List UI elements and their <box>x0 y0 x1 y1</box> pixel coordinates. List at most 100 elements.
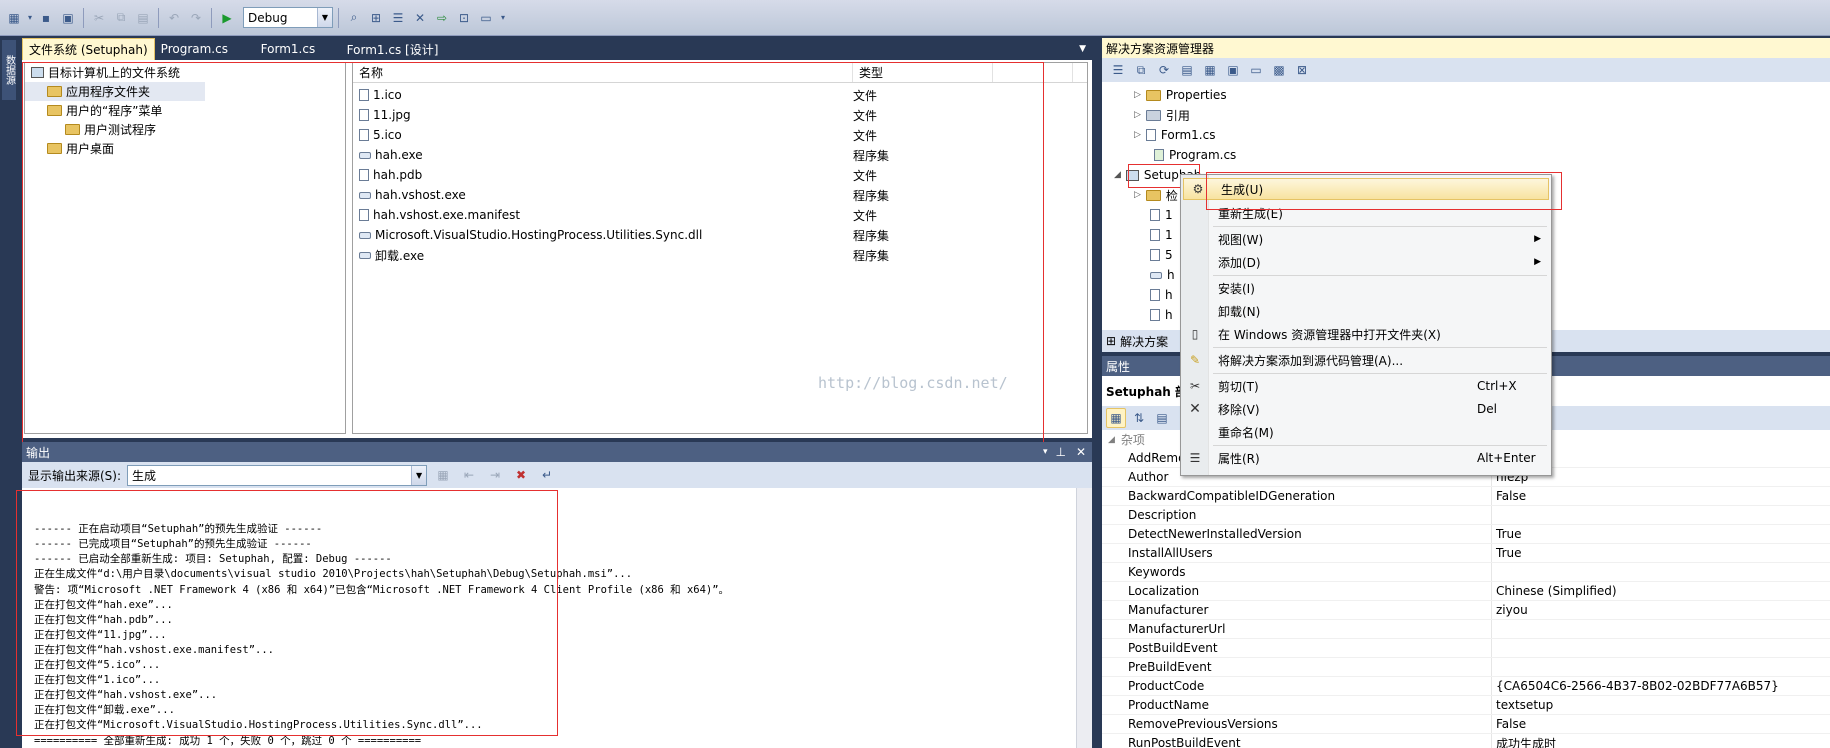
show-all-files-icon[interactable]: ⧉ <box>1131 60 1151 80</box>
toolbox-icon[interactable]: ✕ <box>410 8 430 28</box>
solution-explorer-icon[interactable]: ⊞ <box>366 8 386 28</box>
object-browser-icon[interactable]: ⇨ <box>432 8 452 28</box>
output-source-select[interactable]: 生成 ▼ <box>127 464 428 486</box>
extension-manager-icon[interactable]: ⊡ <box>454 8 474 28</box>
file-types-editor-icon[interactable]: ▣ <box>1223 60 1243 80</box>
tree-node-child[interactable]: h <box>1150 286 1173 304</box>
file-list-row[interactable]: hah.vshost.exe.manifest 文件 <box>353 205 1087 225</box>
file-list-row[interactable]: 11.jpg 文件 <box>353 105 1087 125</box>
solution-config-select[interactable]: Debug ▼ <box>243 7 333 28</box>
redo-icon[interactable]: ↷ <box>186 8 206 28</box>
file-list-row[interactable]: Microsoft.VisualStudio.HostingProcess.Ut… <box>353 225 1087 245</box>
properties-icon[interactable]: ☰ <box>388 8 408 28</box>
property-value[interactable]: Chinese (Simplified) <box>1492 584 1617 598</box>
undo-icon[interactable]: ↶ <box>164 8 184 28</box>
menu-item-add[interactable]: 添加(D) ▶ <box>1181 251 1551 273</box>
file-list-row[interactable]: 卸载.exe 程序集 <box>353 245 1087 265</box>
save-all-icon[interactable]: ▣ <box>58 8 78 28</box>
column-header-name[interactable]: 名称 <box>353 63 853 82</box>
registry-editor-icon[interactable]: ▦ <box>1200 60 1220 80</box>
tree-root[interactable]: 目标计算机上的文件系统 <box>25 63 345 82</box>
property-row[interactable]: PreBuildEvent <box>1102 658 1830 677</box>
property-row[interactable]: InstallAllUsers True <box>1102 544 1830 563</box>
dropdown-arrow-icon[interactable]: ▾ <box>26 8 34 28</box>
expand-icon[interactable]: ▷ <box>1134 190 1141 200</box>
property-row[interactable]: DetectNewerInstalledVersion True <box>1102 525 1830 544</box>
tab-filesystem[interactable]: 文件系统 (Setuphah) <box>22 38 155 60</box>
menu-item-view[interactable]: 视图(W) ▶ <box>1181 228 1551 250</box>
copy-icon[interactable]: ⧉ <box>111 8 131 28</box>
solution-explorer-tab[interactable]: 解决方案 <box>1120 333 1168 350</box>
property-row[interactable]: ManufacturerUrl <box>1102 620 1830 639</box>
collapse-icon[interactable]: ◢ <box>1108 435 1115 445</box>
window-position-icon[interactable]: ▾ <box>1039 447 1052 457</box>
tree-node-references[interactable]: ▷ 引用 <box>1134 106 1190 124</box>
file-list-row[interactable]: 1.ico 文件 <box>353 85 1087 105</box>
tree-item-app-folder[interactable]: 应用程序文件夹 <box>25 82 205 101</box>
file-list-row[interactable]: hah.vshost.exe 程序集 <box>353 185 1087 205</box>
menu-item-add-source-control[interactable]: ✎ 将解决方案添加到源代码管理(A)... <box>1181 349 1551 371</box>
file-list-row[interactable]: hah.pdb 文件 <box>353 165 1087 185</box>
property-value[interactable]: textsetup <box>1492 698 1553 712</box>
property-value[interactable]: 成功生成时 <box>1492 735 1556 748</box>
property-row[interactable]: Description <box>1102 506 1830 525</box>
property-row[interactable]: RunPostBuildEvent 成功生成时 <box>1102 734 1830 748</box>
file-list-row[interactable]: hah.exe 程序集 <box>353 145 1087 165</box>
alphabetical-icon[interactable]: ⇅ <box>1129 408 1149 428</box>
menu-item-build[interactable]: ⚙ 生成(U) <box>1183 178 1549 200</box>
data-sources-tab[interactable]: 数据源 <box>2 40 16 100</box>
property-value[interactable]: True <box>1492 527 1522 541</box>
next-message-icon[interactable]: ⇥ <box>485 465 505 485</box>
property-pages-icon[interactable]: ▤ <box>1152 408 1172 428</box>
tree-item-desktop[interactable]: 用户桌面 <box>25 139 345 158</box>
expand-icon[interactable]: ▷ <box>1134 110 1141 120</box>
tree-node-child[interactable]: ▷ 检 <box>1134 186 1178 204</box>
expand-icon[interactable]: ▷ <box>1134 90 1141 100</box>
menu-item-uninstall[interactable]: 卸载(N) <box>1181 300 1551 322</box>
tree-node-child[interactable]: h <box>1150 266 1175 284</box>
word-wrap-icon[interactable]: ↵ <box>537 465 557 485</box>
window-icon[interactable]: ▭ <box>476 8 496 28</box>
tree-node-child[interactable]: 1 <box>1150 206 1173 224</box>
tree-item-test-program[interactable]: 用户测试程序 <box>25 120 345 139</box>
property-value[interactable]: False <box>1492 717 1526 731</box>
output-text[interactable]: ------ 正在启动项目“Setuphah”的预先生成验证 ------ ---… <box>22 488 1092 748</box>
tree-node-child[interactable]: 5 <box>1150 246 1173 264</box>
tab-dropdown-icon[interactable]: ▼ <box>1073 38 1092 60</box>
property-value[interactable]: True <box>1492 546 1522 560</box>
chevron-down-icon[interactable]: ▼ <box>317 8 332 27</box>
property-row[interactable]: Keywords <box>1102 563 1830 582</box>
ui-editor-icon[interactable]: ▭ <box>1246 60 1266 80</box>
property-row[interactable]: ProductName textsetup <box>1102 696 1830 715</box>
tree-node-properties[interactable]: ▷ Properties <box>1134 86 1227 104</box>
cut-icon[interactable]: ✂ <box>89 8 109 28</box>
tree-item-programs-menu[interactable]: 用户的“程序”菜单 <box>25 101 345 120</box>
new-project-icon[interactable]: ▦ <box>4 8 24 28</box>
categorized-icon[interactable]: ▦ <box>1106 408 1126 428</box>
collapse-icon[interactable]: ◢ <box>1114 170 1121 180</box>
property-row[interactable]: ProductCode {CA6504C6-2566-4B37-8B02-02BD… <box>1102 677 1830 696</box>
find-in-files-icon[interactable]: ⌕ <box>344 8 364 28</box>
launch-conditions-editor-icon[interactable]: ⊠ <box>1292 60 1312 80</box>
property-row[interactable]: Localization Chinese (Simplified) <box>1102 582 1830 601</box>
expand-icon[interactable]: ▷ <box>1134 130 1141 140</box>
tree-node-program[interactable]: Program.cs <box>1154 146 1236 164</box>
output-scrollbar[interactable] <box>1076 488 1092 748</box>
clear-all-icon[interactable]: ✖ <box>511 465 531 485</box>
prev-message-icon[interactable]: ⇤ <box>459 465 479 485</box>
tab-form1-cs[interactable]: Form1.cs <box>255 38 341 60</box>
properties-icon[interactable]: ☰ <box>1108 60 1128 80</box>
property-value[interactable]: False <box>1492 489 1526 503</box>
start-debug-icon[interactable]: ▶ <box>217 8 237 28</box>
menu-item-remove[interactable]: ✕ 移除(V) Del <box>1181 398 1551 420</box>
property-value[interactable]: {CA6504C6-2566-4B37-8B02-02BDF77A6B57} <box>1492 679 1779 693</box>
tree-node-child[interactable]: 1 <box>1150 226 1173 244</box>
tab-program-cs[interactable]: Program.cs <box>155 38 255 60</box>
menu-item-rebuild[interactable]: 重新生成(E) <box>1181 202 1551 224</box>
tab-form1-design[interactable]: Form1.cs [设计] <box>341 38 445 60</box>
refresh-icon[interactable]: ⟳ <box>1154 60 1174 80</box>
custom-actions-editor-icon[interactable]: ▩ <box>1269 60 1289 80</box>
menu-item-properties[interactable]: ☰ 属性(R) Alt+Enter <box>1181 447 1551 469</box>
column-header-type[interactable]: 类型 <box>853 63 993 82</box>
toolbar-options-icon[interactable]: ▾ <box>498 8 508 28</box>
